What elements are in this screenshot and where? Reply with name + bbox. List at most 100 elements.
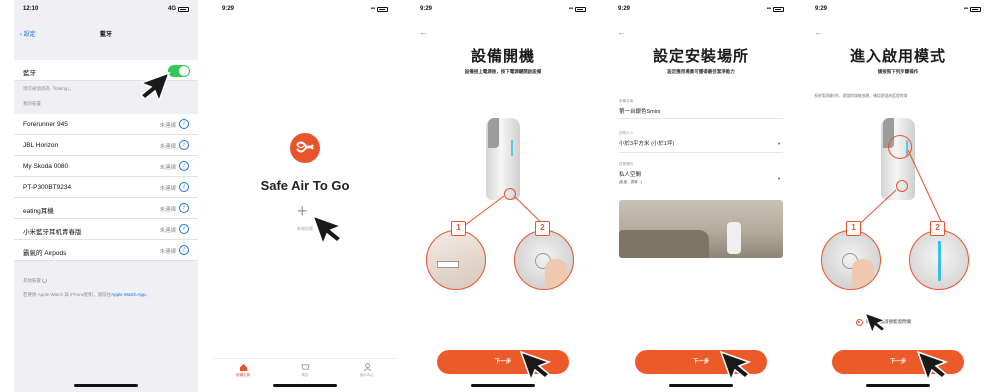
- info-icon[interactable]: i: [179, 182, 189, 192]
- signal-icon: 4G: [168, 6, 189, 12]
- purifier-image: [727, 222, 741, 254]
- device-status: 未連線: [159, 186, 176, 192]
- watch-app-link[interactable]: Apple Watch App: [111, 292, 145, 297]
- bluetooth-label: 藍牙: [23, 70, 36, 77]
- device-row[interactable]: 霸氣的 Airpods 未連線 i: [14, 240, 198, 261]
- pointer-arrow-icon: [139, 71, 171, 103]
- step-badge-1: 1: [451, 221, 466, 236]
- space-size-label: 空間大小: [619, 131, 633, 135]
- tab-shop-label: 商店: [301, 373, 309, 377]
- device-status: 未連線: [159, 165, 176, 171]
- pointer-arrow-icon: [519, 350, 551, 382]
- status-bar: 9:29 ▪▪: [213, 0, 397, 18]
- device-row[interactable]: My Skoda 0080 未連線 i: [14, 156, 198, 177]
- step-badge-2: 2: [930, 221, 945, 236]
- tab-profile-label: 個人中心: [360, 373, 374, 377]
- shop-icon: [300, 364, 310, 370]
- watch-note: 若要將 Apple Watch 與 iPhone配對，請前往Apple Watc…: [23, 292, 190, 298]
- info-icon[interactable]: i: [179, 245, 189, 255]
- device-status: 未連線: [159, 207, 176, 213]
- phone-device-power-on: 9:29 ▪▪ ← 設備開機 設備接上電源後，按下電源鍵開啟設備 1 2 下一步: [411, 0, 595, 392]
- pointer-arrow-icon: [916, 350, 948, 382]
- status-time: 12:10: [23, 6, 39, 12]
- phone-activation-mode: 9:29 ▪▪ ← 進入啟用模式 請按照下列步驟操作 長按電源鍵5秒，燈號閃爍後…: [806, 0, 990, 392]
- location-hint: (臥室、書房...): [619, 180, 642, 184]
- device-name: Forerunner 945: [23, 121, 68, 128]
- signal-icon: ▪▪: [767, 6, 784, 12]
- device-status: 未連線: [159, 249, 176, 255]
- back-arrow-icon[interactable]: ←: [617, 27, 626, 37]
- plug-icon: [437, 261, 459, 268]
- home-icon: [239, 363, 247, 371]
- device-name: My Skoda 0080: [23, 163, 69, 170]
- device-name-input[interactable]: 第一台銀色Smini: [619, 107, 660, 115]
- signal-icon: ▪▪: [371, 6, 388, 12]
- tab-shop[interactable]: 商店: [285, 363, 325, 378]
- tab-profile[interactable]: 個人中心: [347, 363, 387, 378]
- status-bar: 9:29 ▪▪: [609, 0, 793, 18]
- room-photo: [619, 200, 783, 258]
- step-badge-2: 2: [535, 221, 550, 236]
- device-row[interactable]: 小米藍牙耳机青春版 未連線 i: [14, 219, 198, 240]
- phone-installation-location: 9:29 ▪▪ ← 設定安裝場所 設定應用場景可獲得最佳潔淨能力 設備名稱 第一…: [609, 0, 793, 392]
- device-name-label: 設備名稱: [619, 99, 633, 103]
- location-select[interactable]: 私人空間: [619, 170, 641, 178]
- device-row[interactable]: eating耳機 未連線 i: [14, 198, 198, 219]
- home-indicator: [471, 384, 535, 387]
- wave-logo-icon: [296, 141, 314, 153]
- chevron-down-icon: ▼: [777, 141, 781, 146]
- my-devices-header: 我的裝置: [23, 101, 41, 106]
- page-title: 設定安裝場所: [652, 48, 749, 65]
- info-icon[interactable]: i: [179, 224, 189, 234]
- device-row[interactable]: Forerunner 945 未連線 i: [14, 114, 198, 135]
- device-name: 小米藍牙耳机青春版: [23, 229, 82, 236]
- location-label: 放置場所: [619, 162, 633, 166]
- nav-bar: ‹ 設定 藍牙: [14, 26, 198, 42]
- plug-detail-image: [426, 230, 486, 290]
- device-row[interactable]: PT-P300BT9234 未連線 i: [14, 177, 198, 198]
- info-icon[interactable]: i: [179, 140, 189, 150]
- step-badge-1: 1: [846, 221, 861, 236]
- callout-lines: [850, 149, 947, 233]
- device-status: 未連線: [159, 123, 176, 129]
- network-type: 4G: [167, 6, 176, 12]
- chevron-down-icon: ▼: [777, 176, 781, 181]
- divider: [619, 118, 783, 119]
- phone-bluetooth-settings: 12:10 4G ‹ 設定 藍牙 藍牙 現可被偵測為「Eating」。 我的裝置…: [14, 0, 198, 392]
- bluetooth-toggle[interactable]: [168, 65, 190, 77]
- space-size-select[interactable]: 小於3平方米 (小於1坪): [619, 139, 674, 147]
- info-icon[interactable]: i: [179, 119, 189, 129]
- device-status: 未連線: [159, 228, 176, 234]
- pointer-arrow-icon: [311, 214, 343, 246]
- status-time: 9:29: [618, 6, 631, 12]
- callout-lines: [455, 195, 552, 233]
- status-time: 9:29: [222, 6, 235, 12]
- phone-app-home: 9:29 ▪▪ Safe Air To Go + 新增設備 設備主頁 商店 個人…: [213, 0, 397, 392]
- device-name: JBL Horizon: [23, 142, 59, 149]
- add-device-icon[interactable]: +: [297, 202, 308, 220]
- device-row[interactable]: JBL Horizon 未連線 i: [14, 135, 198, 156]
- device-name: eating耳機: [23, 208, 54, 215]
- divider: [619, 152, 783, 153]
- power-button-detail-image: [514, 230, 574, 290]
- confirm-radio[interactable]: [856, 319, 863, 326]
- brand-logo: [290, 133, 320, 163]
- page-title: 藍牙: [99, 32, 112, 38]
- device-name: PT-P300BT9234: [23, 184, 72, 191]
- finger-image: [852, 259, 874, 289]
- watch-note-text: 若要將 Apple Watch 與 iPhone配對，請前往: [23, 292, 112, 297]
- brand-name: Safe Air To Go: [260, 178, 350, 193]
- device-status: 未連線: [159, 144, 176, 150]
- page-subtitle: 設定應用場景可獲得最佳潔淨能力: [667, 69, 735, 74]
- info-icon[interactable]: i: [179, 161, 189, 171]
- watch-note-suffix: 。: [145, 292, 150, 297]
- tab-home[interactable]: 設備主頁: [223, 363, 263, 378]
- device-name: 霸氣的 Airpods: [23, 250, 67, 257]
- tab-home-label: 設備主頁: [236, 373, 250, 377]
- spinner-icon: [42, 278, 48, 284]
- blue-led-strip: [938, 241, 941, 281]
- other-devices-label: 其他裝置: [23, 278, 41, 283]
- battery-icon: [773, 6, 784, 12]
- battery-icon: [178, 6, 189, 12]
- info-icon[interactable]: i: [179, 203, 189, 213]
